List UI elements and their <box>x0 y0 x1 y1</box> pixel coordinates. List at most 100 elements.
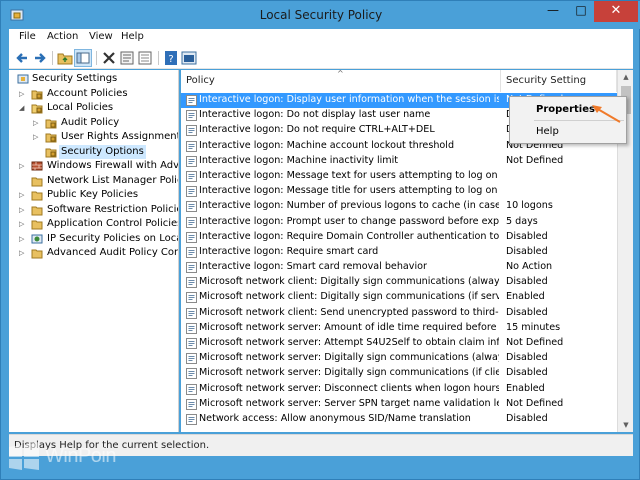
security-setting-value: Enabled <box>506 291 545 303</box>
table-row[interactable]: Microsoft network server: Amount of idle… <box>181 321 617 336</box>
tree-item-ip-security-policies[interactable]: ▷ IP Security Policies on Local Co <box>17 232 178 246</box>
security-setting-value: Not Defined <box>506 397 564 409</box>
tree-item-user-rights-assignment[interactable]: ▷ User Rights Assignment <box>31 130 178 144</box>
tree-label: Security Options <box>59 145 146 159</box>
tree-label: Windows Firewall with Advanc <box>47 160 179 171</box>
help-icon[interactable]: ? <box>163 50 179 66</box>
column-header-security-setting[interactable]: Security Setting <box>501 70 617 92</box>
tree-item-security-settings[interactable]: Security Settings <box>13 72 178 86</box>
menu-view[interactable]: View <box>89 31 113 42</box>
table-row[interactable]: Interactive logon: Smart card removal be… <box>181 260 617 275</box>
expand-arrow-icon[interactable]: ▷ <box>19 159 27 173</box>
security-setting-value: Disabled <box>506 245 548 257</box>
table-row[interactable]: Interactive logon: Require Domain Contro… <box>181 230 617 245</box>
table-row[interactable]: Interactive logon: Message title for use… <box>181 184 617 199</box>
table-row[interactable]: Microsoft network server: Attempt S4U2Se… <box>181 336 617 351</box>
security-setting-value: 5 days <box>506 215 538 227</box>
expand-arrow-icon[interactable]: ▷ <box>19 232 27 246</box>
tree-item-software-restriction[interactable]: ▷ Software Restriction Policies <box>17 203 178 217</box>
tree-item-audit-policy[interactable]: ▷ Audit Policy <box>31 116 178 130</box>
navigation-tree[interactable]: Security Settings ▷ Account Policies ◢ L… <box>9 70 179 432</box>
table-row[interactable]: Microsoft network client: Send unencrypt… <box>181 306 617 321</box>
tree-item-account-policies[interactable]: ▷ Account Policies <box>17 87 178 101</box>
tree-label: IP Security Policies on Local Co <box>47 233 178 244</box>
table-row[interactable]: Network access: Allow anonymous SID/Name… <box>181 412 617 427</box>
properties-icon[interactable] <box>119 50 135 66</box>
table-row[interactable]: Microsoft network server: Digitally sign… <box>181 366 617 381</box>
security-setting-value: Not Defined <box>506 337 564 348</box>
table-row[interactable]: Microsoft network client: Digitally sign… <box>181 290 617 305</box>
policy-name: Microsoft network client: Digitally sign… <box>199 291 499 303</box>
policy-name: Interactive logon: Message text for user… <box>199 169 498 181</box>
table-row[interactable]: Interactive logon: Message text for user… <box>181 169 617 184</box>
table-row[interactable]: Microsoft network server: Server SPN tar… <box>181 397 617 412</box>
policy-setting-icon <box>186 398 197 410</box>
table-row[interactable]: Interactive logon: Prompt user to change… <box>181 215 617 230</box>
table-row[interactable]: Interactive logon: Require smart card Dis… <box>181 245 617 260</box>
close-button[interactable]: ✕ <box>594 1 638 22</box>
tree-item-windows-firewall[interactable]: ▷ Windows Firewall with Advanc <box>17 159 179 173</box>
security-setting-value: Disabled <box>506 230 548 242</box>
security-setting-value: Disabled <box>506 306 548 318</box>
expand-arrow-icon[interactable]: ▷ <box>19 246 27 260</box>
scroll-down-icon[interactable]: ▼ <box>618 418 633 432</box>
table-row[interactable]: Interactive logon: Machine inactivity li… <box>181 154 617 169</box>
table-row[interactable]: Microsoft network client: Digitally sign… <box>181 275 617 290</box>
scroll-up-icon[interactable]: ▲ <box>618 70 633 84</box>
policy-name: Interactive logon: Prompt user to change… <box>199 215 499 227</box>
folder-lock-icon <box>31 88 43 100</box>
delete-icon[interactable] <box>101 50 117 66</box>
table-row[interactable]: Microsoft network server: Digitally sign… <box>181 351 617 366</box>
watermark-logo: WinPoin <box>7 441 137 475</box>
policy-setting-icon <box>186 368 197 380</box>
policy-setting-icon <box>186 383 197 395</box>
collapse-arrow-icon[interactable]: ◢ <box>19 101 27 115</box>
table-row[interactable]: Interactive logon: Number of previous lo… <box>181 199 617 214</box>
security-setting-value: No Action <box>506 261 553 273</box>
expand-arrow-icon[interactable]: ▷ <box>19 203 27 217</box>
policy-setting-icon <box>186 338 197 349</box>
folder-lock-icon <box>45 131 57 143</box>
maximize-button[interactable]: □ <box>567 1 595 22</box>
policy-setting-icon <box>186 307 197 319</box>
folder-lock-icon <box>45 117 57 129</box>
tree-item-public-key-policies[interactable]: ▷ Public Key Policies <box>17 188 178 202</box>
security-setting-value: 15 minutes <box>506 321 561 333</box>
table-row[interactable]: Microsoft network server: Disconnect cli… <box>181 382 617 397</box>
policy-setting-icon <box>186 186 197 198</box>
tree-item-application-control[interactable]: ▷ Application Control Policies <box>17 217 178 231</box>
console-icon[interactable] <box>181 50 197 66</box>
tree-item-security-options[interactable]: Security Options <box>31 145 178 159</box>
tree-item-advanced-audit-policy[interactable]: ▷ Advanced Audit Policy Configu <box>17 246 178 260</box>
context-menu-help[interactable]: Help <box>510 122 626 142</box>
policy-setting-icon <box>186 140 197 152</box>
expand-arrow-icon[interactable]: ▷ <box>33 116 41 130</box>
export-list-icon[interactable] <box>137 50 153 66</box>
policy-setting-icon <box>186 201 197 213</box>
policy-name: Microsoft network client: Digitally sign… <box>199 276 499 288</box>
expand-arrow-icon[interactable]: ▷ <box>19 87 27 101</box>
toolbar-separator <box>158 51 159 65</box>
toolbar-separator <box>96 51 97 65</box>
folder-open-icon <box>31 102 43 114</box>
expand-arrow-icon[interactable]: ▷ <box>19 217 27 231</box>
expand-arrow-icon[interactable]: ▷ <box>19 188 27 202</box>
column-header-policy[interactable]: Policy ^ <box>181 70 501 92</box>
folder-icon <box>31 218 43 230</box>
forward-icon[interactable] <box>32 50 48 66</box>
back-icon[interactable] <box>14 50 30 66</box>
title-bar[interactable]: Local Security Policy — □ ✕ <box>1 1 640 29</box>
security-settings-icon <box>17 73 29 85</box>
menu-help[interactable]: Help <box>121 31 144 42</box>
policy-name: Microsoft network server: Digitally sign… <box>199 352 499 364</box>
watermark-text: WinPoin <box>45 445 116 467</box>
tree-item-network-list-manager[interactable]: Network List Manager Policies <box>17 174 178 188</box>
show-hide-tree-icon[interactable] <box>74 49 92 67</box>
up-folder-icon[interactable] <box>57 50 73 66</box>
tree-item-local-policies[interactable]: ◢ Local Policies <box>17 101 178 115</box>
expand-arrow-icon[interactable]: ▷ <box>33 130 41 144</box>
minimize-button[interactable]: — <box>539 1 567 22</box>
menu-file[interactable]: File <box>19 31 36 42</box>
annotation-arrow-icon <box>592 105 621 123</box>
menu-action[interactable]: Action <box>47 31 78 42</box>
